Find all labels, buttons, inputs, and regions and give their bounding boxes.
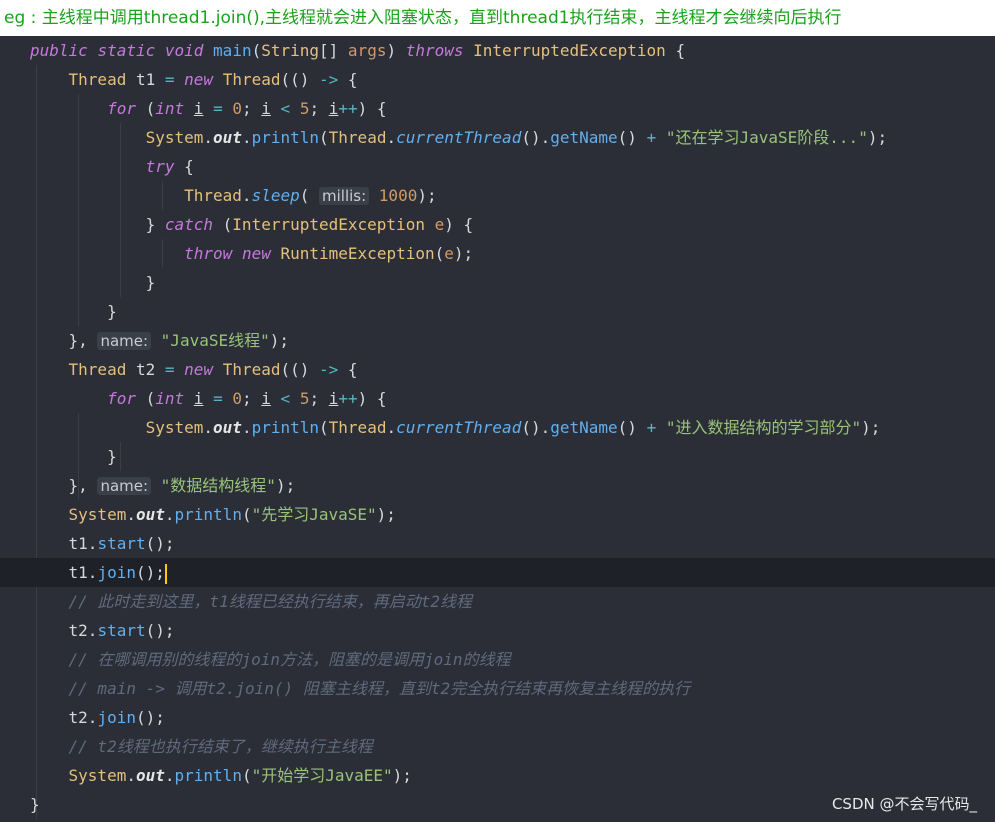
code-line[interactable]: System.out.println(Thread.currentThread(… xyxy=(0,123,995,152)
code-editor[interactable]: public static void main(String[] args) t… xyxy=(0,36,995,822)
code-line[interactable]: System.out.println("开始学习JavaEE"); xyxy=(0,761,995,790)
caption-text: eg : 主线程中调用thread1.join(),主线程就会进入阻塞状态，直到… xyxy=(0,0,995,36)
code-line[interactable]: public static void main(String[] args) t… xyxy=(0,36,995,65)
code-line[interactable]: Thread.sleep( millis: 1000); xyxy=(0,181,995,210)
code-line[interactable]: for (int i = 0; i < 5; i++) { xyxy=(0,94,995,123)
watermark: CSDN @不会写代码_ xyxy=(831,795,977,813)
code-line[interactable]: // t2线程也执行结束了，继续执行主线程 xyxy=(0,732,995,761)
code-line[interactable]: try { xyxy=(0,152,995,181)
code-line[interactable]: for (int i = 0; i < 5; i++) { xyxy=(0,384,995,413)
code-line[interactable]: throw new RuntimeException(e); xyxy=(0,239,995,268)
code-line[interactable]: Thread t1 = new Thread(() -> { xyxy=(0,65,995,94)
code-line[interactable]: System.out.println("先学习JavaSE"); xyxy=(0,500,995,529)
code-line[interactable]: t2.start(); xyxy=(0,616,995,645)
code-line[interactable]: } catch (InterruptedException e) { xyxy=(0,210,995,239)
code-line[interactable]: } xyxy=(0,297,995,326)
code-line[interactable]: }, name: "JavaSE线程"); xyxy=(0,326,995,355)
code-line[interactable]: t1.join(); xyxy=(0,558,995,587)
code-line[interactable]: // 在哪调用别的线程的join方法，阻塞的是调用join的线程 xyxy=(0,645,995,674)
code-line[interactable]: t2.join(); xyxy=(0,703,995,732)
code-line[interactable]: }, name: "数据结构线程"); xyxy=(0,471,995,500)
code-line[interactable]: System.out.println(Thread.currentThread(… xyxy=(0,413,995,442)
code-line[interactable]: // main -> 调用t2.join() 阻塞主线程，直到t2完全执行结束再… xyxy=(0,674,995,703)
text-caret xyxy=(164,563,167,584)
code-line[interactable]: Thread t2 = new Thread(() -> { xyxy=(0,355,995,384)
code-line[interactable]: // 此时走到这里，t1线程已经执行结束，再启动t2线程 xyxy=(0,587,995,616)
code-line[interactable]: t1.start(); xyxy=(0,529,995,558)
code-line[interactable]: } xyxy=(0,268,995,297)
code-line[interactable]: } xyxy=(0,442,995,471)
